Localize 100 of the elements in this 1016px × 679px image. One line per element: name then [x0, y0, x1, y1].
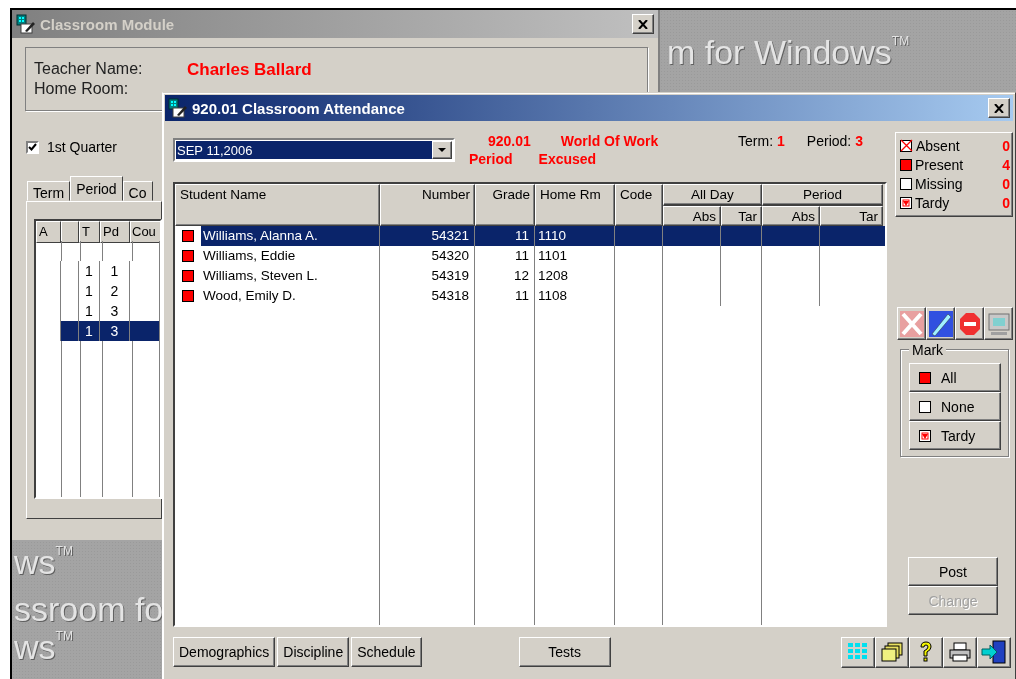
printer-button[interactable] — [943, 636, 977, 668]
legend-count: 0 — [1002, 194, 1010, 211]
period-row[interactable]: 1 1 — [36, 261, 160, 281]
nav-button[interactable]: Demographics — [173, 637, 276, 667]
window-title: Classroom Module — [40, 15, 175, 33]
student-row[interactable]: Williams, Eddie 54320 11 1101 — [175, 246, 885, 266]
question-mark-icon — [919, 641, 933, 663]
table-cell: 12 — [475, 266, 535, 286]
table-cell: 3 — [100, 321, 130, 341]
table-cell: 1101 — [535, 246, 615, 266]
table-cell: 54318 — [380, 286, 475, 306]
caret-icon — [438, 148, 446, 152]
status-text: Excused — [538, 151, 597, 167]
column-header[interactable]: Abs — [663, 206, 721, 226]
present-icon — [919, 371, 931, 384]
column-header[interactable]: Abs — [762, 206, 820, 226]
term-value: 1 — [777, 133, 785, 151]
absent-icon — [900, 139, 913, 152]
table-cell: 54319 — [380, 266, 475, 286]
mark-button[interactable]: Tardy — [909, 421, 1001, 450]
column-header[interactable]: Pd — [100, 221, 130, 243]
wallpaper-text: ssroom fo — [14, 592, 164, 626]
close-button[interactable] — [988, 98, 1010, 118]
column-header[interactable]: Number — [380, 184, 475, 226]
course-name: World Of Work — [560, 133, 659, 149]
course-number: 920.01 — [488, 133, 531, 149]
term-label: Term: — [738, 133, 774, 151]
student-row[interactable]: Williams, Alanna A. 54321 11 1110 — [175, 226, 885, 246]
legend-count: 0 — [1002, 175, 1010, 192]
checkbox[interactable] — [26, 140, 39, 154]
mark-button[interactable]: All — [909, 363, 1001, 392]
monitor-icon — [986, 310, 1011, 337]
student-row[interactable]: Williams, Steven L. 54319 12 1208 — [175, 266, 885, 286]
teacher-name: Charles Ballard — [187, 60, 313, 80]
folders-icon — [880, 641, 904, 663]
checkbox-label: 1st Quarter — [47, 139, 118, 155]
field-label: Home Room: — [34, 80, 130, 98]
table-cell: 1208 — [535, 266, 615, 286]
period-row[interactable]: 1 2 — [36, 281, 160, 301]
help-button[interactable] — [909, 636, 943, 668]
legend-count: 4 — [1002, 156, 1010, 173]
nav-button[interactable]: Discipline — [277, 637, 350, 667]
column-header[interactable]: Tar — [721, 206, 762, 226]
period-value: 3 — [855, 133, 863, 151]
post-button[interactable]: Post — [908, 557, 998, 586]
period-label: Period: — [806, 133, 852, 151]
student-row[interactable]: Wood, Emily D. 54318 11 1108 — [175, 286, 885, 306]
table-cell: 1 — [79, 321, 100, 341]
exit-door-icon — [981, 639, 1007, 665]
period-row[interactable]: 1 3 — [36, 321, 160, 341]
monitor-button[interactable] — [984, 307, 1013, 340]
column-group-header[interactable]: All Day — [663, 184, 762, 206]
table-cell: 11 — [475, 226, 535, 246]
column-header[interactable] — [61, 221, 79, 243]
tab[interactable]: Period — [70, 176, 123, 201]
column-group-header[interactable]: Period — [762, 184, 883, 206]
tardy-icon — [900, 196, 912, 209]
tab[interactable]: Co — [122, 181, 153, 201]
table-cell-text: Williams, Steven L. — [202, 267, 318, 285]
tests-button[interactable]: Tests — [518, 637, 611, 667]
column-header[interactable]: Grade — [475, 184, 535, 226]
close-button[interactable] — [632, 14, 654, 34]
stop-button[interactable] — [955, 307, 984, 340]
status-icon — [182, 230, 194, 242]
table-cell-text: Wood, Emily D. — [202, 287, 296, 305]
tab[interactable]: Term — [27, 181, 71, 201]
close-icon — [638, 19, 648, 29]
pencil-icon — [928, 310, 953, 337]
column-header[interactable]: A — [36, 221, 61, 243]
edit-button[interactable] — [926, 307, 955, 340]
date-dropdown[interactable]: SEP 11,2006 — [173, 138, 455, 162]
column-header[interactable]: Tar — [820, 206, 883, 226]
table-cell: 11 — [475, 286, 535, 306]
exit-door-button[interactable] — [977, 636, 1011, 668]
column-header[interactable]: Code — [615, 184, 663, 226]
folders-button[interactable] — [875, 636, 909, 668]
field-label: Teacher Name: — [34, 60, 144, 79]
grid-icon — [847, 642, 869, 662]
wallpaper-text: ws$^{TM}$ — [14, 545, 73, 579]
table-cell: 2 — [100, 281, 130, 301]
printer-icon — [948, 642, 972, 662]
app-icon — [168, 98, 188, 118]
mark-button[interactable]: None — [909, 392, 1001, 421]
column-header[interactable]: T — [79, 221, 100, 243]
app-icon — [16, 14, 36, 34]
table-cell: 1 — [79, 261, 100, 281]
missing-icon — [919, 400, 931, 413]
group-title: Mark — [909, 342, 947, 358]
column-header[interactable]: Student Name — [175, 184, 380, 226]
nav-button[interactable]: Schedule — [351, 637, 422, 667]
tardy-icon — [919, 429, 931, 442]
legend-label: Missing — [915, 175, 963, 192]
column-header[interactable]: Home Rm — [535, 184, 615, 226]
column-header[interactable]: Cou — [130, 221, 160, 243]
table-cell: 54321 — [380, 226, 475, 246]
status-icon — [182, 290, 194, 302]
grid-button[interactable] — [841, 636, 875, 668]
stop-sign-icon — [957, 310, 982, 337]
delete-button[interactable] — [897, 307, 926, 340]
window-title: 920.01 Classroom Attendance — [192, 99, 405, 117]
